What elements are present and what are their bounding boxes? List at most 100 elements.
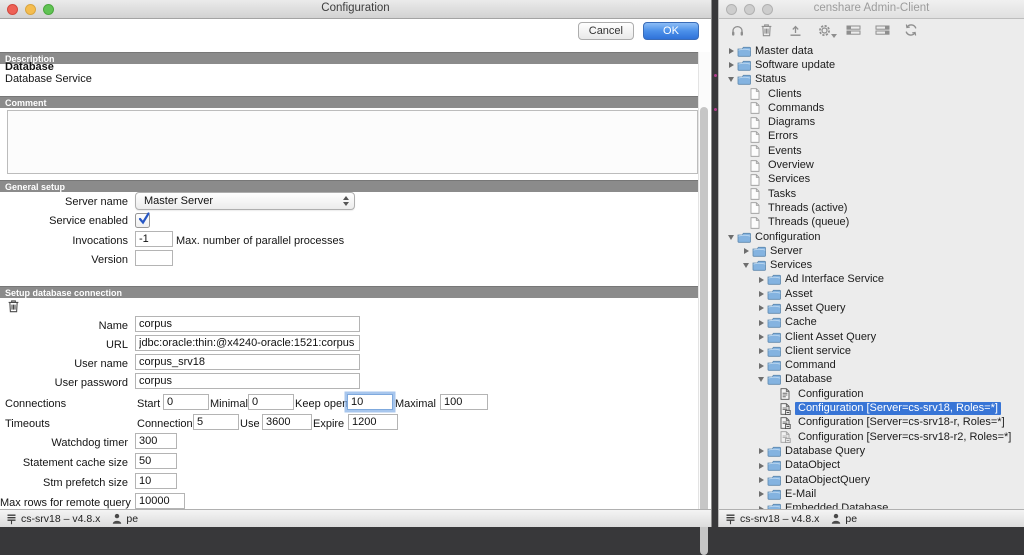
tree-item[interactable]: Services [719, 173, 1024, 187]
disclosure-triangle[interactable] [729, 48, 734, 54]
headset-icon[interactable] [729, 22, 745, 38]
description-title: Database [5, 61, 54, 73]
cancel-button[interactable]: Cancel [578, 22, 634, 40]
disclosure-triangle[interactable] [759, 305, 764, 311]
tree-item[interactable]: Master data [719, 44, 1024, 58]
tree-item[interactable]: Client Asset Query [719, 330, 1024, 344]
admin-client-titlebar[interactable]: censhare Admin-Client [719, 0, 1024, 19]
tree-item[interactable]: Threads (queue) [719, 216, 1024, 230]
disclosure-triangle[interactable] [729, 62, 734, 68]
dialog-scrollbar[interactable] [698, 52, 710, 509]
tree-item-label: Threads (active) [765, 202, 850, 215]
statement-cache-size-input[interactable] [135, 453, 177, 469]
version-input[interactable] [135, 250, 173, 266]
tree-item[interactable]: Events [719, 144, 1024, 158]
disclosure-triangle[interactable] [743, 263, 749, 268]
tree-item[interactable]: Asset [719, 287, 1024, 301]
connections-maximal-input[interactable] [440, 394, 488, 410]
disclosure-triangle[interactable] [759, 334, 764, 340]
db-username-input[interactable] [135, 354, 360, 370]
tree-item[interactable]: DataObject [719, 459, 1024, 473]
invocations-input[interactable] [135, 231, 173, 247]
ok-button[interactable]: OK [643, 22, 699, 40]
tree-item[interactable]: Client service [719, 344, 1024, 358]
tree-item-label: Configuration [795, 388, 866, 401]
disclosure-triangle[interactable] [759, 363, 764, 369]
connections-keepopen-input[interactable] [347, 394, 393, 410]
disclosure-triangle[interactable] [744, 248, 749, 254]
db-password-input[interactable] [135, 373, 360, 389]
tree-item[interactable]: Embedded Database [719, 502, 1024, 510]
dialog-titlebar[interactable]: Configuration [0, 0, 711, 19]
table-rows-icon[interactable] [845, 22, 861, 38]
tree-item[interactable]: Diagrams [719, 115, 1024, 129]
connections-minimal-input[interactable] [248, 394, 294, 410]
server-name-select[interactable]: Master Server [135, 192, 355, 210]
tree-item[interactable]: Configuration [Server=cs-srv18, Roles=*] [719, 401, 1024, 415]
disclosure-triangle[interactable] [759, 348, 764, 354]
trash-icon[interactable] [758, 22, 774, 38]
tree-item[interactable]: Configuration [719, 387, 1024, 401]
tree-item[interactable]: DataObjectQuery [719, 473, 1024, 487]
document-icon [750, 117, 765, 129]
settings-gear-icon[interactable] [816, 22, 832, 38]
disclosure-triangle[interactable] [759, 320, 764, 326]
disclosure-triangle[interactable] [759, 491, 764, 497]
comment-textarea[interactable] [7, 110, 698, 174]
tree-item[interactable]: Configuration [Server=cs-srv18-r, Roles=… [719, 416, 1024, 430]
tree-item-label: Database [782, 373, 835, 386]
table-columns-icon[interactable] [874, 22, 890, 38]
tree-item[interactable]: Commands [719, 101, 1024, 115]
disclosure-triangle[interactable] [728, 77, 734, 82]
db-name-input[interactable] [135, 316, 360, 332]
tree-item[interactable]: Ad Interface Service [719, 273, 1024, 287]
tree-item[interactable]: Configuration [719, 230, 1024, 244]
stm-prefetch-size-input[interactable] [135, 473, 177, 489]
tree-item[interactable]: Asset Query [719, 301, 1024, 315]
import-icon[interactable] [787, 22, 803, 38]
disclosure-triangle[interactable] [759, 463, 764, 469]
db-name-label: Name [0, 320, 128, 332]
tree-item[interactable]: Status [719, 73, 1024, 87]
tree-item[interactable]: Database Query [719, 444, 1024, 458]
scrollbar-thumb[interactable] [700, 107, 708, 555]
tree-item[interactable]: Overview [719, 158, 1024, 172]
refresh-icon[interactable] [903, 22, 919, 38]
disclosure-triangle[interactable] [759, 477, 764, 483]
description-section-header: Description [0, 52, 699, 64]
disclosure-triangle[interactable] [728, 235, 734, 240]
connections-maximal-label: Maximal [395, 398, 436, 410]
db-url-input[interactable] [135, 335, 360, 351]
dialog-buttons: Cancel OK [578, 22, 699, 40]
disclosure-triangle[interactable] [759, 277, 764, 283]
disclosure-triangle[interactable] [759, 448, 764, 454]
service-enabled-checkbox[interactable] [135, 213, 150, 228]
disclosure-triangle[interactable] [759, 291, 764, 297]
tree-item[interactable]: Configuration [Server=cs-srv18-r2, Roles… [719, 430, 1024, 444]
tree-item[interactable]: Tasks [719, 187, 1024, 201]
disclosure-triangle[interactable] [758, 377, 764, 382]
tree-item-label: Asset Query [782, 302, 849, 315]
tree-item[interactable]: E-Mail [719, 487, 1024, 501]
timeouts-connection-input[interactable] [193, 414, 239, 430]
tree-item[interactable]: Cache [719, 316, 1024, 330]
document-icon [750, 131, 765, 143]
timeouts-use-input[interactable] [262, 414, 312, 430]
folder-icon [752, 260, 767, 271]
tree-item[interactable]: Command [719, 359, 1024, 373]
tree-item[interactable]: Services [719, 258, 1024, 272]
folder-icon [767, 274, 782, 285]
watchdog-timer-input[interactable] [135, 433, 177, 449]
timeouts-expire-input[interactable] [348, 414, 398, 430]
tree-item[interactable]: Threads (active) [719, 201, 1024, 215]
tree-item[interactable]: Server [719, 244, 1024, 258]
delete-connection-trash-icon[interactable] [7, 299, 20, 313]
max-rows-remote-query-input[interactable] [135, 493, 185, 509]
tree-item[interactable]: Software update [719, 58, 1024, 72]
tree-item[interactable]: Errors [719, 130, 1024, 144]
tree-item-label: Command [782, 359, 839, 372]
tree-item[interactable]: Database [719, 373, 1024, 387]
tree-item[interactable]: Clients [719, 87, 1024, 101]
connections-start-input[interactable] [163, 394, 209, 410]
server-connection-icon [6, 513, 17, 525]
